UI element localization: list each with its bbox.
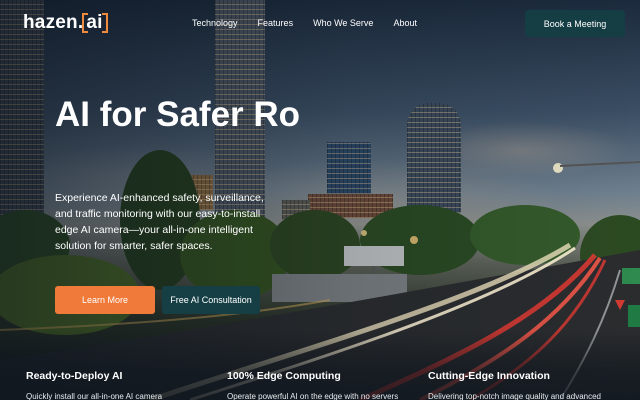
feature-text: Quickly install our all-in-one AI camera — [26, 392, 163, 400]
feature-ready-to-deploy: Ready-to-Deploy AI Quickly install our a… — [26, 370, 216, 400]
learn-more-button[interactable]: Learn More — [55, 286, 155, 314]
feature-innovation: Cutting-Edge Innovation Delivering top-n… — [428, 370, 618, 400]
hero-title: AI for Safer Ro — [55, 95, 301, 134]
brand-logo[interactable]: hazen. ai — [23, 12, 108, 34]
feature-text: Operate powerful AI on the edge with no … — [227, 392, 399, 400]
feature-title: Ready-to-Deploy AI — [26, 370, 123, 382]
nav-links: Technology Features Who We Serve About — [192, 18, 437, 28]
feature-title: Cutting-Edge Innovation — [428, 370, 550, 382]
nav-link-about[interactable]: About — [393, 18, 417, 28]
nav-link-features[interactable]: Features — [258, 18, 294, 28]
book-meeting-button[interactable]: Book a Meeting — [525, 10, 625, 37]
hero-description: Experience AI-enhanced safety, surveilla… — [55, 192, 264, 252]
feature-text: Delivering top-notch image quality and a… — [428, 392, 601, 400]
brand-ai-mark: ai — [82, 12, 108, 34]
brand-name: hazen — [23, 12, 78, 33]
feature-edge-computing: 100% Edge Computing Operate powerful AI … — [227, 370, 417, 400]
nav-link-who-we-serve[interactable]: Who We Serve — [313, 18, 373, 28]
free-consultation-button[interactable]: Free AI Consultation — [162, 286, 260, 314]
feature-title: 100% Edge Computing — [227, 370, 341, 382]
top-navigation: hazen. ai Technology Features Who We Serv… — [0, 0, 640, 48]
brand-ai-text: ai — [86, 12, 103, 33]
nav-link-technology[interactable]: Technology — [192, 18, 238, 28]
